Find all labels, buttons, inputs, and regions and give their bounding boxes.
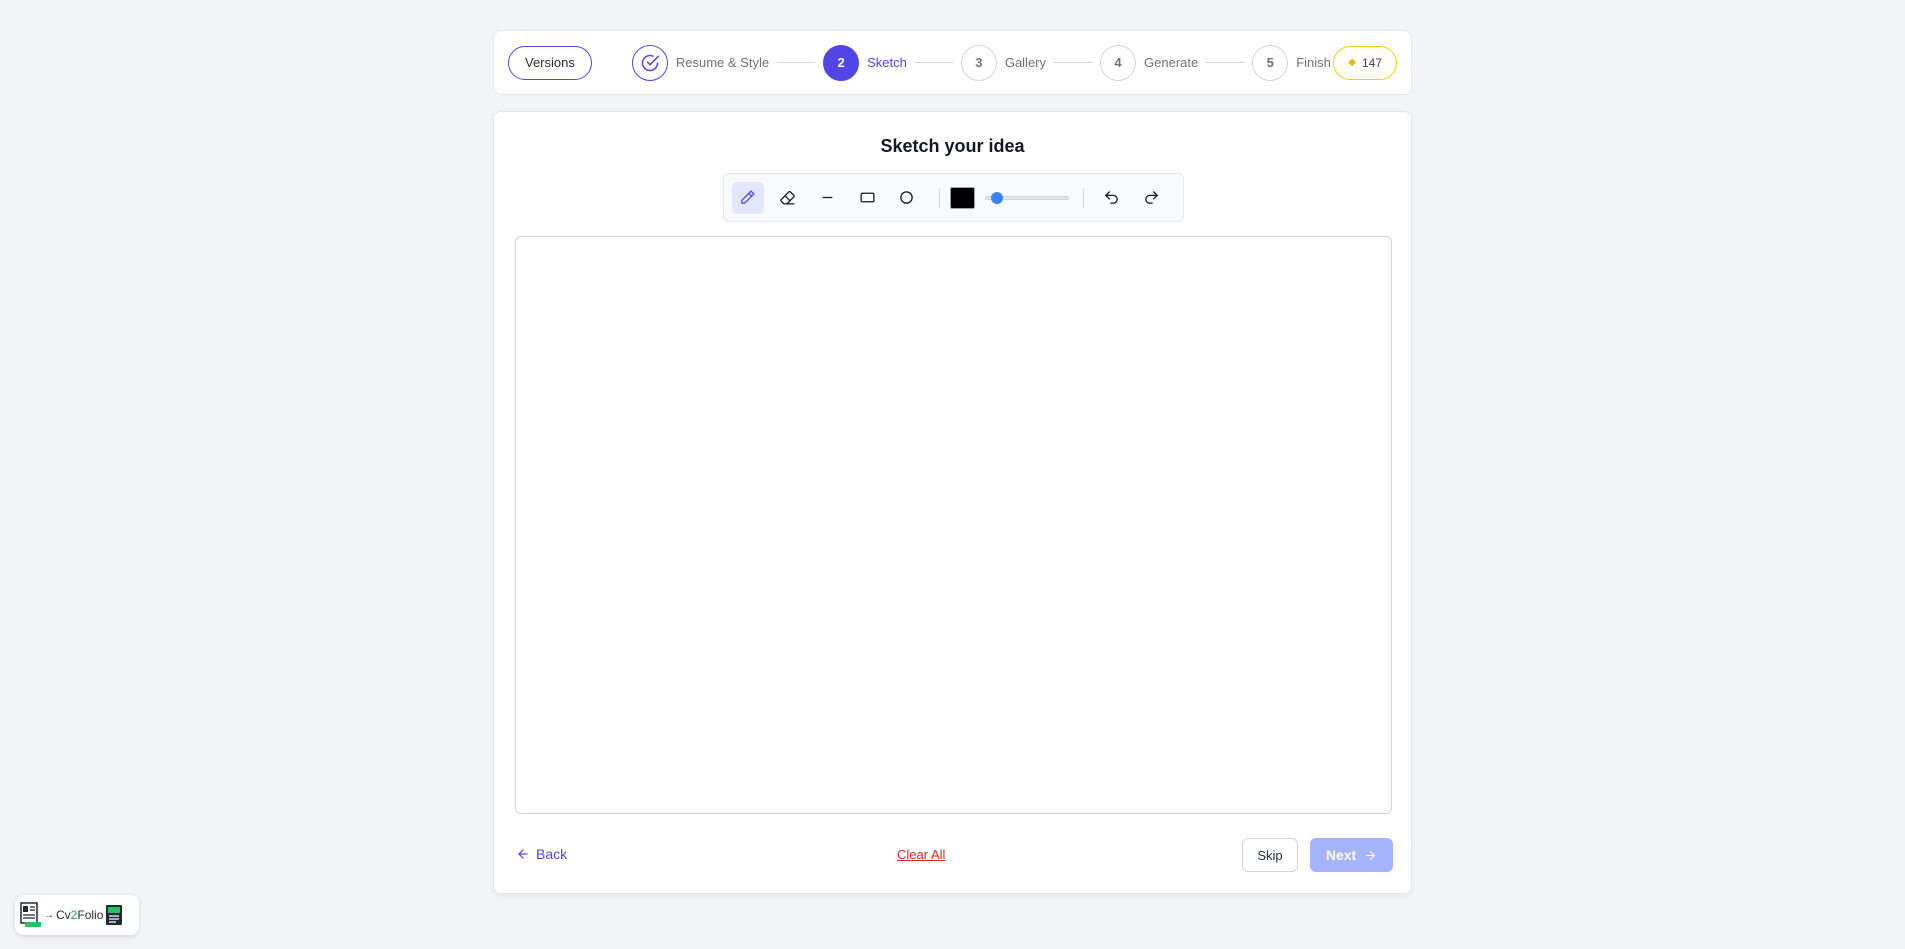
eraser-icon: [780, 190, 795, 205]
page-title: Sketch your idea: [880, 136, 1025, 156]
stepper-header: Versions Resume & Style 2 Sketch 3 Galle…: [493, 30, 1412, 95]
step-finish[interactable]: 5 Finish: [1252, 44, 1331, 81]
diamond-icon: ◆: [1348, 57, 1356, 68]
slider-thumb[interactable]: [990, 191, 1003, 204]
logo-text: Cv2Folio: [56, 908, 104, 922]
credits-badge[interactable]: ◆ 147: [1333, 45, 1397, 80]
step-gallery[interactable]: 3 Gallery: [960, 44, 1047, 81]
resume-doc-icon: [20, 902, 41, 927]
undo-button[interactable]: [1096, 182, 1128, 214]
clear-all-button[interactable]: Clear All: [897, 847, 945, 862]
credits-count: 147: [1361, 55, 1382, 70]
toolbar-divider: [1082, 187, 1084, 208]
drawing-toolbar: [723, 173, 1184, 222]
rectangle-icon: [860, 192, 875, 203]
step-label: Resume & Style: [675, 55, 770, 70]
back-button[interactable]: Back: [516, 846, 567, 862]
color-picker[interactable]: [949, 186, 976, 209]
arrow-left-icon: [518, 849, 528, 859]
arrow-glyph: →: [44, 909, 54, 921]
redo-button[interactable]: [1135, 182, 1167, 214]
pencil-icon: [741, 190, 755, 204]
step-sketch[interactable]: 2 Sketch: [823, 44, 907, 81]
arrow-right-icon: [1366, 850, 1376, 860]
redo-icon: [1144, 191, 1158, 204]
step-label: Finish: [1296, 55, 1331, 70]
back-label: Back: [536, 846, 568, 862]
step-connector: [1054, 62, 1093, 63]
step-number: 4: [1100, 44, 1137, 81]
step-resume-style[interactable]: Resume & Style: [631, 44, 770, 81]
app-logo[interactable]: → Cv2Folio: [15, 895, 139, 935]
pencil-tool[interactable]: [732, 181, 764, 214]
brush-size-slider[interactable]: [985, 188, 1069, 208]
step-label: Generate: [1144, 55, 1199, 70]
step-generate[interactable]: 4 Generate: [1100, 44, 1199, 81]
circle-tool[interactable]: [891, 182, 923, 214]
step-connector: [777, 62, 816, 63]
sketch-card: Sketch your idea Back Clear All Skip Nex…: [493, 111, 1412, 894]
step-number: 3: [960, 44, 997, 81]
check-icon: [631, 44, 668, 81]
step-number: 2: [823, 44, 860, 81]
portfolio-icon: [106, 905, 123, 925]
circle-icon: [900, 191, 914, 204]
rectangle-tool[interactable]: [851, 182, 883, 214]
next-button[interactable]: Next: [1310, 838, 1393, 872]
next-label: Next: [1325, 847, 1357, 863]
drawing-canvas[interactable]: [515, 236, 1392, 814]
eraser-tool[interactable]: [772, 182, 804, 214]
undo-icon: [1105, 191, 1118, 204]
step-label: Sketch: [867, 55, 907, 70]
step-progress: Resume & Style 2 Sketch 3 Gallery 4 Gene…: [631, 44, 1331, 81]
toolbar-divider: [938, 187, 940, 208]
versions-button[interactable]: Versions: [508, 45, 592, 80]
step-label: Gallery: [1004, 55, 1047, 70]
skip-button[interactable]: Skip: [1242, 838, 1298, 872]
step-connector: [1206, 62, 1245, 63]
step-connector: [914, 62, 953, 63]
line-icon: [822, 196, 833, 199]
step-number: 5: [1252, 44, 1289, 81]
line-tool[interactable]: [811, 182, 843, 214]
